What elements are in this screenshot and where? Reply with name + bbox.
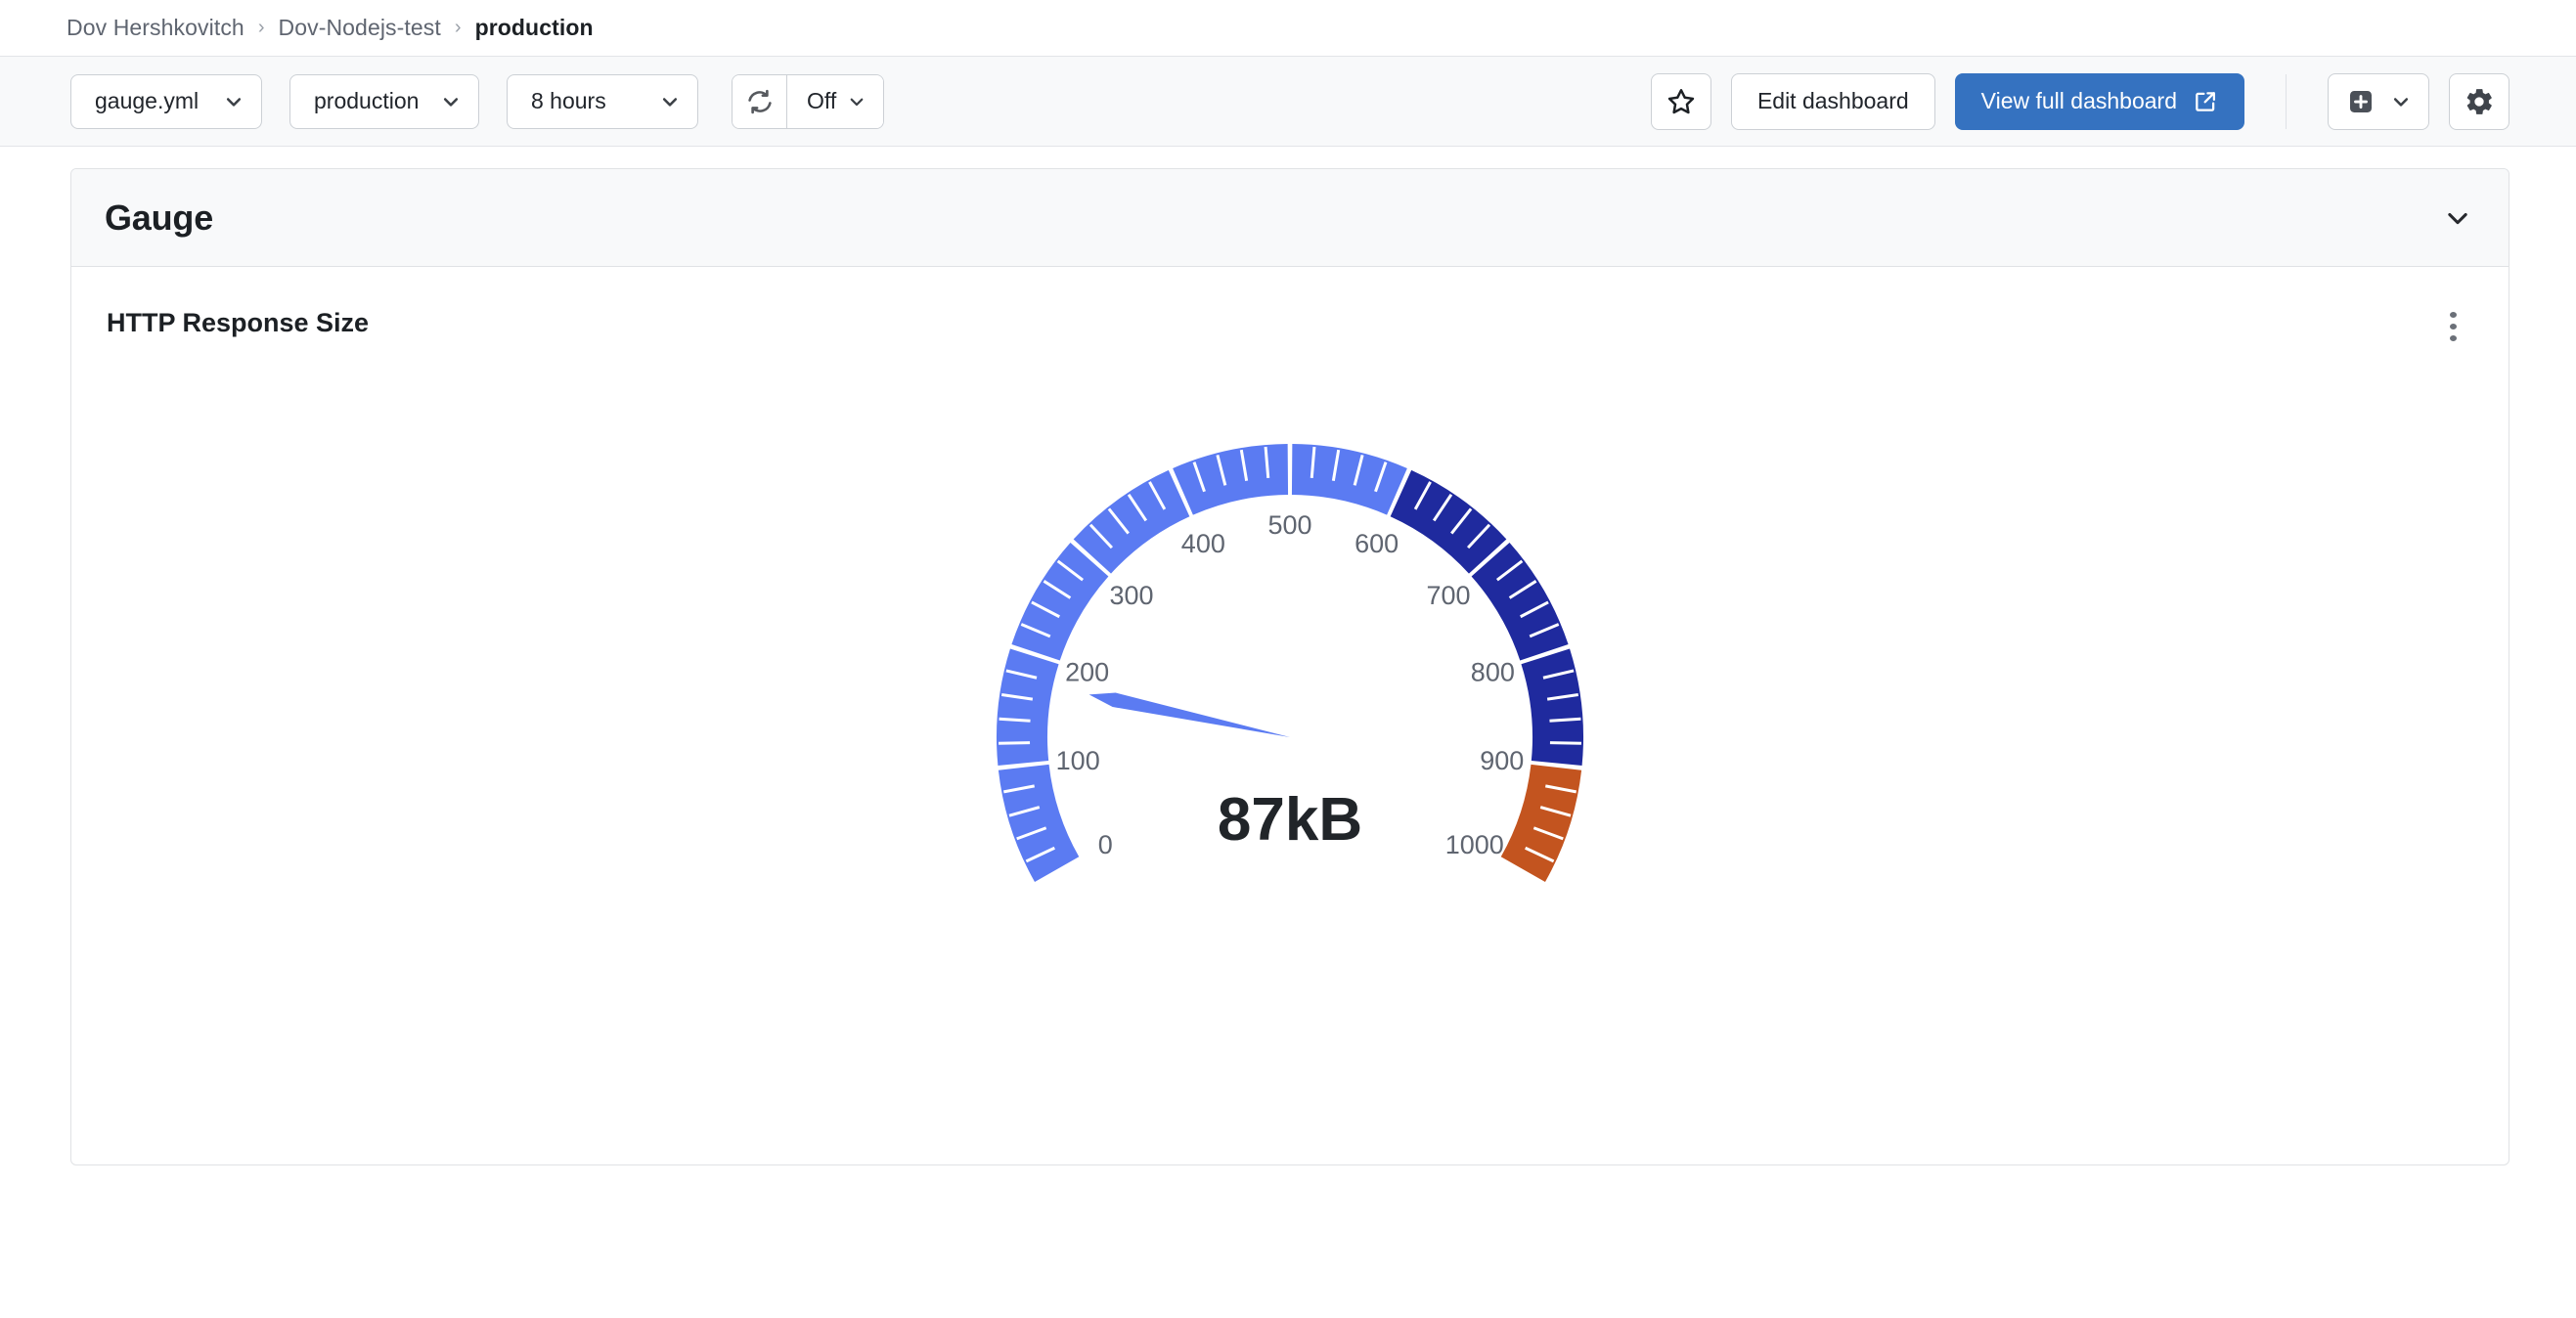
chart-header: HTTP Response Size (71, 267, 2509, 341)
gauge-band (1472, 543, 1569, 660)
gauge-minor-tick (1550, 743, 1581, 744)
gauge-band (1173, 444, 1288, 515)
add-square-icon (2346, 87, 2376, 116)
gauge-tick-label: 900 (1480, 746, 1524, 775)
gauge-tick-label: 200 (1065, 658, 1109, 687)
time-range-select-value: 8 hours (531, 88, 606, 114)
gauge-minor-tick (1549, 719, 1580, 721)
chevron-down-icon (441, 92, 461, 111)
breadcrumb: Dov Hershkovitch › Dov-Nodejs-test › pro… (0, 0, 2576, 57)
gauge-band (1074, 470, 1190, 574)
gauge-minor-tick (999, 719, 1031, 721)
gauge-panel-group: Gauge HTTP Response Size 0 100 200 300 400 50… (70, 168, 2509, 1165)
chart-title: HTTP Response Size (107, 308, 369, 338)
environment-select[interactable]: production (289, 74, 479, 129)
gauge-value-label: 87kB (1218, 786, 1362, 854)
gauge-tick-label: 100 (1056, 746, 1100, 775)
settings-button[interactable] (2449, 73, 2509, 130)
gauge-band (999, 765, 1079, 882)
view-full-dashboard-button[interactable]: View full dashboard (1955, 73, 2244, 130)
refresh-interval-select[interactable]: Off (787, 75, 883, 128)
panel-body: HTTP Response Size 0 100 200 300 400 500 600 70… (71, 267, 2509, 1164)
gear-icon (2464, 86, 2495, 117)
file-select[interactable]: gauge.yml (70, 74, 262, 129)
chevron-down-icon (2391, 92, 2411, 111)
gauge-needle (1089, 693, 1290, 737)
gauge-band (997, 649, 1059, 766)
gauge-tick-label: 0 (1098, 830, 1113, 859)
gauge-band (1501, 765, 1581, 882)
gauge-band (1521, 649, 1583, 766)
gauge-tick-label: 600 (1355, 529, 1399, 558)
breadcrumb-item-current: production (475, 15, 594, 41)
gauge-tick-label: 1000 (1445, 830, 1504, 859)
breadcrumb-item-owner[interactable]: Dov Hershkovitch (67, 15, 244, 41)
view-full-dashboard-label: View full dashboard (1981, 88, 2177, 114)
gauge-minor-tick (999, 743, 1030, 744)
gauge-tick-label: 500 (1267, 510, 1311, 540)
refresh-control-group: Off (732, 74, 884, 129)
gauge-band (1292, 444, 1407, 515)
refresh-button[interactable] (733, 75, 787, 128)
refresh-interval-value: Off (807, 88, 836, 114)
gauge-tick-label: 400 (1181, 529, 1225, 558)
environment-select-value: production (314, 88, 419, 114)
add-panel-button[interactable] (2328, 73, 2429, 130)
kebab-dot (2450, 312, 2457, 318)
gauge-tick-label: 300 (1109, 581, 1153, 610)
gauge-svg: 0 100 200 300 400 500 600 700 800 900 1000 87kB (918, 361, 1662, 1045)
edit-dashboard-button[interactable]: Edit dashboard (1731, 73, 1935, 130)
time-range-select[interactable]: 8 hours (507, 74, 698, 129)
kebab-menu-icon[interactable] (2436, 308, 2469, 341)
gauge-band (1391, 470, 1507, 574)
file-select-value: gauge.yml (95, 88, 199, 114)
external-link-icon (2193, 89, 2218, 114)
kebab-dot (2450, 324, 2457, 330)
toolbar-divider (2286, 74, 2287, 129)
refresh-icon (745, 87, 775, 116)
gauge-tick-label: 800 (1471, 658, 1515, 687)
gauge-tick-label: 700 (1426, 581, 1470, 610)
gauge-chart: 0 100 200 300 400 500 600 700 800 900 1000 87kB (71, 361, 2509, 1104)
favorite-button[interactable] (1651, 73, 1711, 130)
chevron-down-icon[interactable] (2444, 204, 2471, 232)
dashboard-panels: Gauge HTTP Response Size 0 100 200 300 400 50… (0, 147, 2576, 1165)
breadcrumb-separator: › (258, 17, 265, 39)
kebab-dot (2450, 335, 2457, 341)
chevron-down-icon (224, 92, 244, 111)
panel-group-header[interactable]: Gauge (71, 169, 2509, 267)
gauge-band (1011, 543, 1108, 660)
breadcrumb-item-project[interactable]: Dov-Nodejs-test (279, 15, 441, 41)
breadcrumb-separator: › (455, 17, 462, 39)
dashboard-toolbar: gauge.yml production 8 hours (0, 57, 2576, 147)
panel-group-title: Gauge (105, 198, 213, 239)
star-icon (1666, 87, 1696, 116)
chevron-down-icon (660, 92, 680, 111)
chevron-down-icon (848, 93, 866, 110)
